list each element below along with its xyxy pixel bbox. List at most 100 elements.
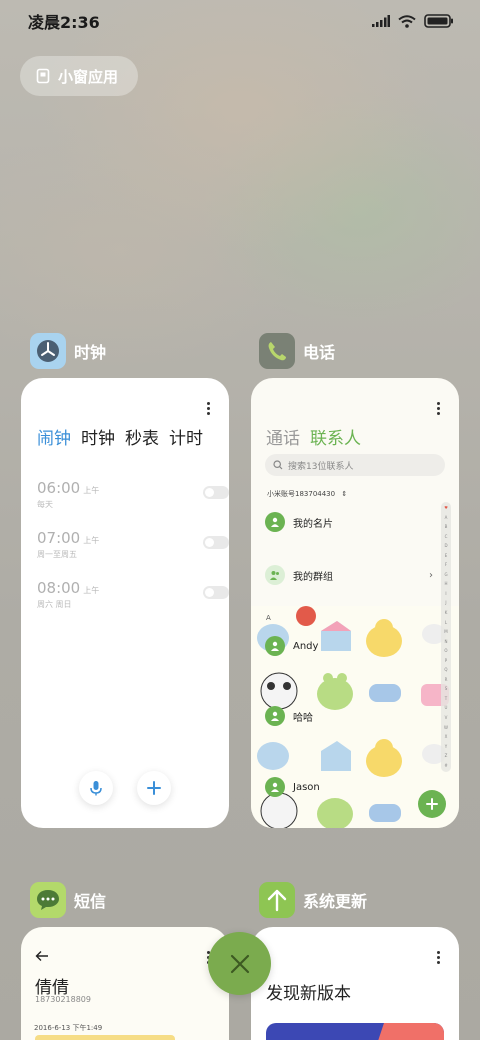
phone-more-icon[interactable] — [437, 402, 441, 415]
contact-name: 哈哈 — [293, 712, 313, 724]
alarm-repeat: 周一至周五 — [37, 550, 77, 559]
small-window-label: 小窗应用 — [58, 67, 119, 86]
alarm-toggle[interactable] — [203, 536, 229, 549]
index-letter[interactable]: Z — [445, 754, 448, 758]
sms-message-bubble — [35, 1035, 175, 1040]
chevron-right-icon: › — [429, 569, 433, 581]
alphabet-index-bar[interactable]: ♥ A B C D E F G H I J K L M N O P Q R S T U V W X Y Z # — [441, 502, 451, 772]
battery-icon — [424, 14, 453, 28]
person-icon — [265, 512, 285, 532]
clock-app-header[interactable]: 时钟 — [30, 333, 106, 369]
my-card-row[interactable]: 我的名片 — [265, 512, 333, 532]
contact-row[interactable]: Andy — [265, 636, 318, 656]
my-groups-row[interactable]: 我的群组 › — [265, 565, 433, 585]
account-selector[interactable]: 小米账号183704430 ⇕ — [267, 489, 347, 499]
index-letter[interactable]: R — [445, 677, 448, 682]
alarm-toggle[interactable] — [203, 586, 229, 599]
update-app-header[interactable]: 系统更新 — [259, 882, 367, 918]
contact-row[interactable]: Jason — [265, 777, 320, 797]
sms-date: 2016-6-13 下午1:49 — [34, 1024, 103, 1032]
index-letter[interactable]: D — [444, 544, 447, 548]
back-arrow-icon[interactable] — [35, 950, 49, 962]
index-letter[interactable]: B — [445, 525, 448, 529]
sms-app-card[interactable]: 倩倩 18730218809 2016-6-13 下午1:49 — [21, 927, 229, 1040]
up-arrow-icon — [267, 889, 287, 912]
person-icon — [265, 636, 285, 656]
contact-search-input[interactable]: 搜索13位联系人 — [265, 454, 445, 476]
alarm-ampm: 上午 — [83, 536, 100, 545]
index-letter[interactable]: V — [445, 716, 448, 720]
clock-app-title: 时钟 — [74, 343, 107, 362]
alarm-toggle[interactable] — [203, 486, 229, 499]
tab-calls[interactable]: 通话 — [266, 424, 300, 449]
add-alarm-button[interactable] — [137, 771, 171, 805]
index-letter[interactable]: M — [444, 630, 447, 634]
clock-tabs: 闹钟 时钟 秒表 计时 — [37, 424, 203, 449]
account-label: 小米账号183704430 — [267, 490, 336, 498]
index-letter[interactable]: L — [445, 620, 447, 625]
update-app-card[interactable]: 发现新版本 — [251, 927, 459, 1040]
voice-alarm-button[interactable] — [79, 771, 113, 805]
tab-contacts[interactable]: 联系人 — [310, 424, 361, 449]
phone-app-header[interactable]: 电话 — [259, 333, 335, 369]
index-letter[interactable]: X — [445, 735, 448, 739]
section-letter: A — [266, 614, 271, 622]
sms-contact-number: 18730218809 — [35, 995, 91, 1004]
search-placeholder: 搜索13位联系人 — [288, 461, 354, 472]
add-contact-button[interactable] — [418, 790, 446, 818]
small-window-apps-button[interactable]: 小窗应用 — [20, 56, 138, 96]
alarm-item[interactable]: 08:00 上午 周六 周日 — [37, 578, 229, 618]
index-letter[interactable]: G — [444, 572, 447, 577]
alarm-item[interactable]: 07:00 上午 周一至周五 — [37, 528, 229, 568]
update-banner-image — [266, 1023, 444, 1040]
index-letter[interactable]: C — [445, 534, 448, 539]
index-letter[interactable]: H — [444, 582, 447, 586]
clock-more-icon[interactable] — [207, 402, 211, 415]
index-letter[interactable]: O — [444, 649, 447, 653]
status-bar: 凌晨2:36 — [0, 0, 480, 42]
plus-icon — [147, 781, 161, 795]
wifi-icon — [398, 14, 416, 28]
clear-all-button[interactable] — [208, 932, 271, 995]
clock-app-card[interactable]: 闹钟 时钟 秒表 计时 06:00 上午 每天 07:00 上午 周一至周五 08:… — [21, 378, 229, 828]
index-letter[interactable]: Y — [445, 744, 447, 749]
person-icon — [265, 777, 285, 797]
tab-alarm[interactable]: 闹钟 — [37, 424, 71, 449]
update-app-icon — [259, 882, 295, 918]
index-letter[interactable]: A — [445, 515, 448, 520]
index-letter[interactable]: T — [445, 696, 447, 701]
alarm-ampm: 上午 — [83, 586, 100, 595]
search-icon — [273, 460, 283, 470]
contact-row[interactable]: 哈哈 — [265, 706, 313, 726]
index-letter[interactable]: U — [445, 706, 448, 710]
index-letter[interactable]: P — [445, 658, 447, 663]
index-letter[interactable]: N — [445, 639, 448, 644]
index-letter[interactable]: F — [445, 563, 447, 567]
phone-app-card[interactable]: 通话 联系人 搜索13位联系人 小米账号183704430 ⇕ 我的名片 我的群… — [251, 378, 459, 828]
person-icon — [265, 706, 285, 726]
small-window-icon — [36, 68, 50, 84]
alarm-item[interactable]: 06:00 上午 每天 — [37, 478, 229, 518]
sms-app-header[interactable]: 短信 — [30, 882, 106, 918]
index-letter[interactable]: K — [445, 611, 448, 615]
update-more-icon[interactable] — [437, 951, 441, 964]
alarm-repeat: 每天 — [37, 500, 53, 509]
sms-app-title: 短信 — [74, 892, 107, 911]
index-letter[interactable]: S — [445, 687, 448, 691]
status-time: 凌晨2:36 — [28, 13, 100, 32]
update-headline: 发现新版本 — [266, 984, 351, 1004]
tab-stopwatch[interactable]: 秒表 — [125, 424, 159, 449]
index-letter[interactable]: W — [444, 725, 448, 730]
index-letter[interactable]: # — [444, 763, 447, 768]
index-letter[interactable]: ♥ — [444, 506, 448, 510]
group-icon — [265, 565, 285, 585]
index-letter[interactable]: E — [445, 553, 448, 558]
my-groups-label: 我的群组 — [293, 571, 333, 583]
tab-clock[interactable]: 时钟 — [81, 424, 115, 449]
tab-timer[interactable]: 计时 — [169, 424, 203, 449]
index-letter[interactable]: J — [445, 601, 446, 605]
contact-name: Jason — [293, 781, 320, 793]
index-letter[interactable]: I — [445, 591, 446, 596]
contact-name: Andy — [293, 640, 319, 652]
index-letter[interactable]: Q — [444, 668, 447, 672]
